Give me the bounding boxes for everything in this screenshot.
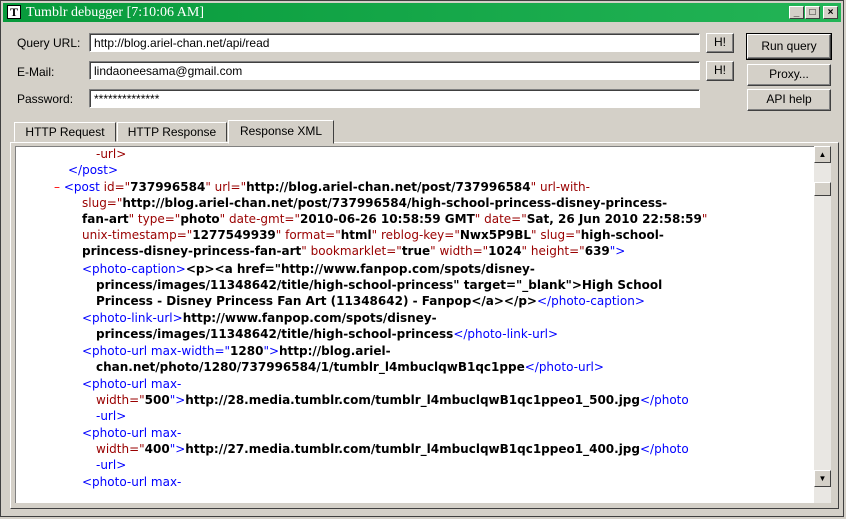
tumblr-debugger-window: T Tumblr debugger [7:10:06 AM] _ □ × Que…	[0, 0, 844, 517]
password-input[interactable]: **************	[89, 89, 700, 108]
maximize-button[interactable]: □	[805, 6, 820, 19]
app-icon: T	[7, 5, 21, 19]
xml-line: <photo-url max-	[82, 377, 182, 391]
scroll-up-icon[interactable]: ▲	[814, 146, 831, 163]
close-button[interactable]: ×	[823, 6, 838, 19]
xml-line: slug="http://blog.ariel-chan.net/post/73…	[82, 196, 668, 210]
xml-line: <photo-url max-width="1280">http://blog.…	[82, 344, 391, 358]
password-label: Password:	[17, 92, 74, 106]
xml-line: -url>	[96, 458, 127, 472]
proxy-button[interactable]: Proxy...	[747, 64, 831, 86]
xml-line: width="400">http://27.media.tumblr.com/t…	[96, 442, 689, 456]
xml-line: -url>	[96, 409, 127, 423]
xml-line: <photo-url max-	[82, 426, 182, 440]
xml-line: <photo-url max-	[82, 475, 182, 489]
scroll-down-icon[interactable]: ▼	[814, 470, 831, 487]
xml-line: -url>	[96, 147, 127, 161]
title-bar[interactable]: T Tumblr debugger [7:10:06 AM] _ □ ×	[3, 3, 841, 22]
tab-response-xml[interactable]: Response XML	[228, 120, 334, 144]
xml-line: unix-timestamp="1277549939" format="html…	[82, 228, 664, 242]
run-query-button[interactable]: Run query	[746, 33, 832, 60]
xml-line: princess-disney-princess-fan-art" bookma…	[82, 244, 626, 258]
api-help-button[interactable]: API help	[747, 89, 831, 111]
email-label: E-Mail:	[17, 65, 55, 79]
xml-line: fan-art" type="photo" date-gmt="2010-06-…	[82, 212, 708, 226]
email-input[interactable]: lindaoneesama@gmail.com	[89, 61, 700, 80]
collapse-toggle[interactable]: –	[54, 180, 60, 194]
xml-line: princess/images/11348642/title/high-scho…	[96, 278, 663, 292]
xml-line: chan.net/photo/1280/737996584/1/tumblr_l…	[96, 360, 604, 374]
xml-line: princess/images/11348642/title/high-scho…	[96, 327, 559, 341]
vertical-scrollbar[interactable]: ▲ ▼	[814, 146, 831, 503]
xml-line: <photo-link-url>http://www.fanpop.com/sp…	[82, 311, 437, 325]
query-url-label: Query URL:	[17, 36, 81, 50]
window-title: Tumblr debugger [7:10:06 AM]	[26, 5, 204, 20]
xml-line: Princess - Disney Princess Fan Art (1134…	[96, 294, 645, 308]
tab-http-request[interactable]: HTTP Request	[14, 122, 116, 142]
query-url-input[interactable]: http://blog.ariel-chan.net/api/read	[89, 33, 700, 52]
minimize-button[interactable]: _	[789, 6, 804, 19]
scroll-thumb[interactable]	[814, 182, 831, 196]
xml-line: – <post id="737996584" url="http://blog.…	[54, 180, 590, 194]
xml-line: <photo-caption><p><a href="http://www.fa…	[82, 262, 535, 276]
tab-http-response[interactable]: HTTP Response	[117, 122, 227, 142]
query-url-history-button[interactable]: H!	[706, 33, 734, 53]
xml-line: width="500">http://28.media.tumblr.com/t…	[96, 393, 689, 407]
response-xml-viewer[interactable]: -url> </post> – <post id="737996584" url…	[15, 146, 814, 503]
email-history-button[interactable]: H!	[706, 61, 734, 81]
xml-line: </post>	[68, 163, 119, 177]
